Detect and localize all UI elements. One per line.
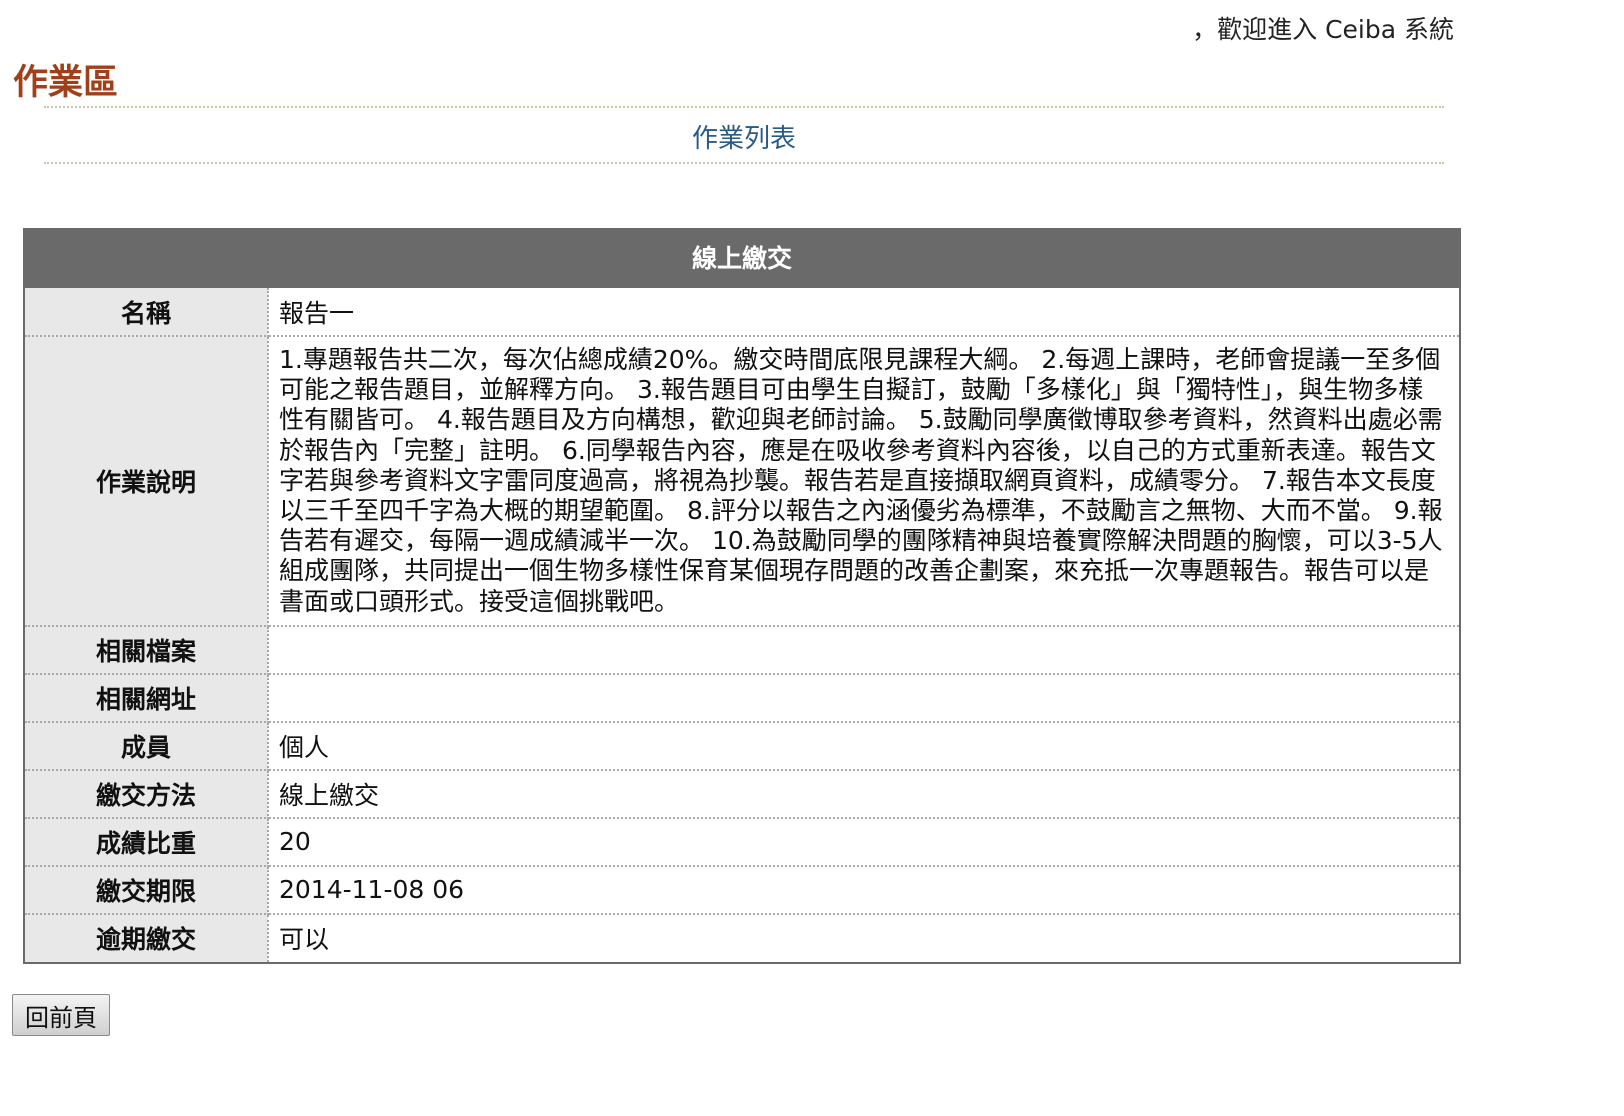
- related-files-value: [268, 625, 1459, 675]
- assignment-name-value: 報告一: [268, 288, 1459, 337]
- grade-weight-value: 20: [268, 817, 1459, 867]
- page-title: 作業區: [13, 63, 119, 103]
- table-row-weight: 成績比重 20: [25, 817, 1459, 867]
- deadline-value: 2014-11-08 06: [268, 865, 1459, 915]
- welcome-message: ，歡迎進入 Ceiba 系統: [1192, 15, 1454, 44]
- row-label: 繳交期限: [25, 865, 269, 915]
- row-label: 相關檔案: [25, 625, 269, 675]
- assignment-description-value: 1.專題報告共二次，每次佔總成績20%。繳交時間底限見課程大綱。 2.每週上課時…: [268, 336, 1459, 627]
- table-row-members: 成員 個人: [25, 721, 1459, 771]
- table-row-deadline: 繳交期限 2014-11-08 06: [25, 865, 1459, 915]
- table-row-late: 逾期繳交 可以: [25, 913, 1459, 962]
- table-row-description: 作業說明 1.專題報告共二次，每次佔總成績20%。繳交時間底限見課程大綱。 2.…: [25, 336, 1459, 627]
- row-label: 相關網址: [25, 673, 269, 723]
- row-label: 名稱: [25, 288, 269, 337]
- assignment-list-bar: 作業列表: [44, 106, 1444, 164]
- submit-method-value: 線上繳交: [268, 769, 1459, 819]
- assignment-detail-panel: 線上繳交 名稱 報告一 作業說明 1.專題報告共二次，每次佔總成績20%。繳交時…: [23, 228, 1461, 964]
- back-button[interactable]: 回前頁: [12, 994, 110, 1036]
- row-label: 逾期繳交: [25, 913, 269, 962]
- related-urls-value: [268, 673, 1459, 723]
- row-label: 作業說明: [25, 336, 269, 627]
- members-value: 個人: [268, 721, 1459, 771]
- panel-title: 線上繳交: [25, 230, 1459, 288]
- table-row-name: 名稱 報告一: [25, 288, 1459, 337]
- assignment-list-link[interactable]: 作業列表: [692, 118, 796, 155]
- row-label: 成績比重: [25, 817, 269, 867]
- table-row-files: 相關檔案: [25, 625, 1459, 675]
- assignment-detail-table: 名稱 報告一 作業說明 1.專題報告共二次，每次佔總成績20%。繳交時間底限見課…: [25, 288, 1459, 962]
- table-row-submit-method: 繳交方法 線上繳交: [25, 769, 1459, 819]
- row-label: 繳交方法: [25, 769, 269, 819]
- row-label: 成員: [25, 721, 269, 771]
- table-row-urls: 相關網址: [25, 673, 1459, 723]
- late-submission-value: 可以: [279, 925, 330, 955]
